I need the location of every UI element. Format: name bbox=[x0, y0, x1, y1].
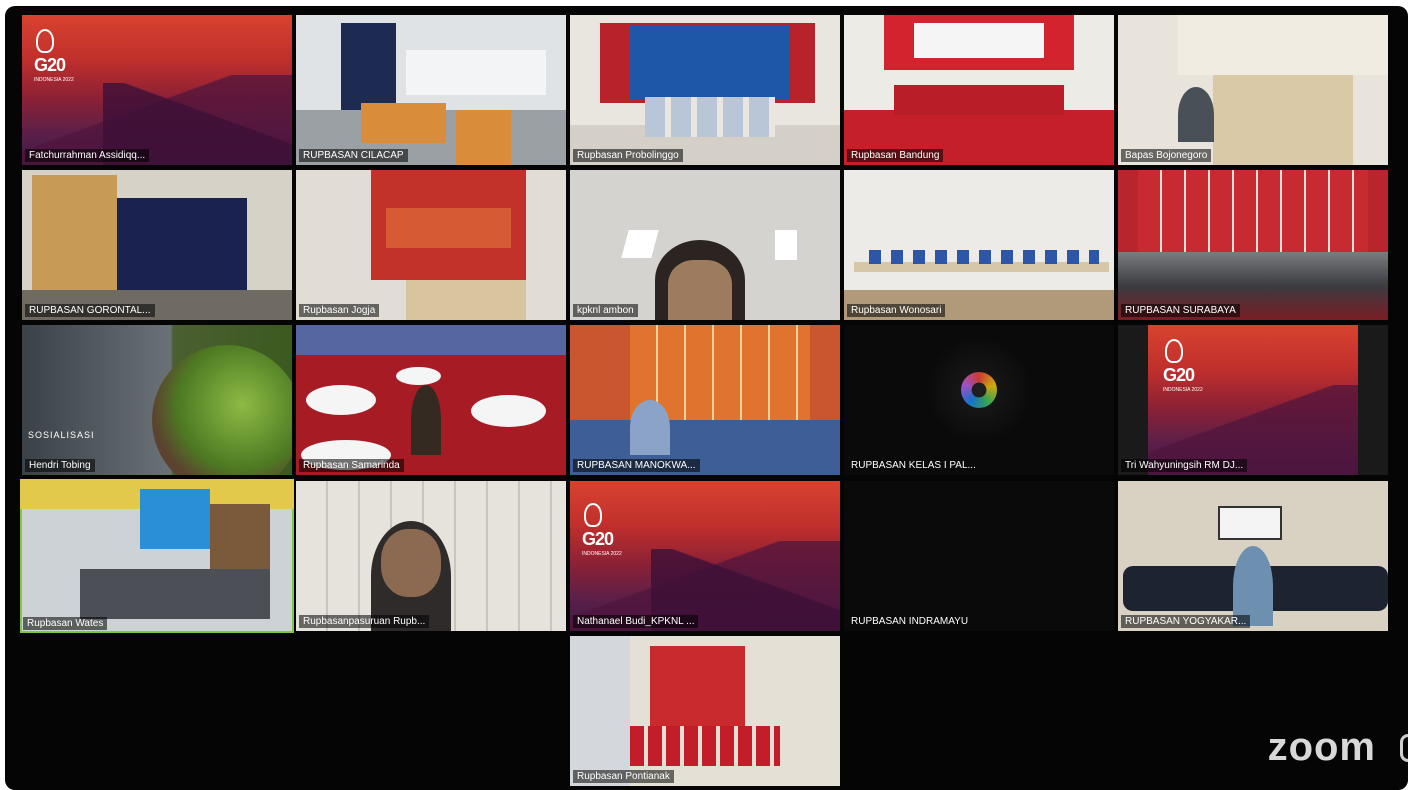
participant-name: Rupbasan Wates bbox=[23, 617, 108, 630]
participant-name: Rupbasanpasuruan Rupb... bbox=[299, 615, 430, 628]
participant-tile[interactable]: Rupbasan Wonosari bbox=[844, 170, 1114, 320]
participant-tile[interactable]: RUPBASAN GORONTAL... bbox=[22, 170, 292, 320]
participant-name: Rupbasan Pontianak bbox=[573, 770, 674, 783]
participant-name: kpknl ambon bbox=[573, 304, 638, 317]
participant-name: RUPBASAN SURABAYA bbox=[1121, 304, 1240, 317]
participant-name: Rupbasan Bandung bbox=[847, 149, 944, 162]
participant-name: Fatchurrahman Assidiqq... bbox=[25, 149, 150, 162]
participant-name: RUPBASAN MANOKWA... bbox=[573, 459, 700, 472]
participant-tile[interactable]: kpknl ambon bbox=[570, 170, 840, 320]
camera-off-avatar-icon bbox=[921, 332, 1037, 448]
g20-logo: G20 INDONESIA 2022 bbox=[34, 29, 74, 83]
g20-logo: G20 INDONESIA 2022 bbox=[582, 503, 622, 557]
zoom-gallery-view: G20 INDONESIA 2022 Fatchurrahman Assidiqq… bbox=[5, 6, 1408, 790]
participant-tile[interactable]: RUPBASAN MANOKWA... bbox=[570, 325, 840, 475]
participant-tile[interactable]: RUPBASAN YOGYAKAR... bbox=[1118, 481, 1388, 631]
overlay-text: SOSIALISASI bbox=[28, 430, 95, 440]
participant-tile[interactable]: RUPBASAN SURABAYA bbox=[1118, 170, 1388, 320]
participant-tile[interactable]: G20 INDONESIA 2022 Nathanael Budi_KPKNL .… bbox=[570, 481, 840, 631]
zoom-logo: zoom bbox=[1267, 725, 1376, 769]
participant-tile[interactable]: SOSIALISASI Hendri Tobing bbox=[22, 325, 292, 475]
participant-tile[interactable]: G20 INDONESIA 2022 Tri Wahyuningsih RM DJ… bbox=[1118, 325, 1388, 475]
participant-tile[interactable]: Rupbasanpasuruan Rupb... bbox=[296, 481, 566, 631]
participant-tile[interactable]: Bapas Bojonegoro bbox=[1118, 15, 1388, 165]
participant-name: Rupbasan Probolinggo bbox=[573, 149, 683, 162]
participant-tile-active-speaker[interactable]: Rupbasan Wates bbox=[20, 479, 294, 633]
zoom-logo-fragment-icon bbox=[1400, 734, 1408, 762]
g20-logo: G20 INDONESIA 2022 bbox=[1163, 339, 1203, 393]
participant-name: Bapas Bojonegoro bbox=[1121, 149, 1212, 162]
participant-name: Rupbasan Jogja bbox=[299, 304, 380, 317]
participant-name: Rupbasan Samarinda bbox=[299, 459, 404, 472]
participant-tile[interactable]: RUPBASAN KELAS I PAL... bbox=[844, 325, 1114, 475]
participant-tile[interactable]: RUPBASAN CILACAP bbox=[296, 15, 566, 165]
participant-name: RUPBASAN KELAS I PAL... bbox=[851, 460, 976, 471]
participant-name: Hendri Tobing bbox=[25, 459, 95, 472]
participant-name: Tri Wahyuningsih RM DJ... bbox=[1121, 459, 1248, 472]
participant-tile[interactable]: Rupbasan Pontianak bbox=[570, 636, 840, 786]
participant-name: RUPBASAN GORONTAL... bbox=[25, 304, 155, 317]
participant-name: Rupbasan Wonosari bbox=[847, 304, 946, 317]
participant-tile[interactable]: G20 INDONESIA 2022 Fatchurrahman Assidiqq… bbox=[22, 15, 292, 165]
participant-name: Nathanael Budi_KPKNL ... bbox=[573, 615, 699, 628]
participant-tile[interactable]: Rupbasan Probolinggo bbox=[570, 15, 840, 165]
participant-name: RUPBASAN YOGYAKAR... bbox=[1121, 615, 1251, 628]
participant-tile[interactable]: Rupbasan Samarinda bbox=[296, 325, 566, 475]
participant-tile[interactable]: Rupbasan Bandung bbox=[844, 15, 1114, 165]
participant-name: RUPBASAN INDRAMAYU bbox=[851, 616, 969, 627]
participant-name: RUPBASAN CILACAP bbox=[299, 149, 408, 162]
participant-tile[interactable]: RUPBASAN INDRAMAYU bbox=[844, 481, 1114, 631]
participant-tile[interactable]: Rupbasan Jogja bbox=[296, 170, 566, 320]
